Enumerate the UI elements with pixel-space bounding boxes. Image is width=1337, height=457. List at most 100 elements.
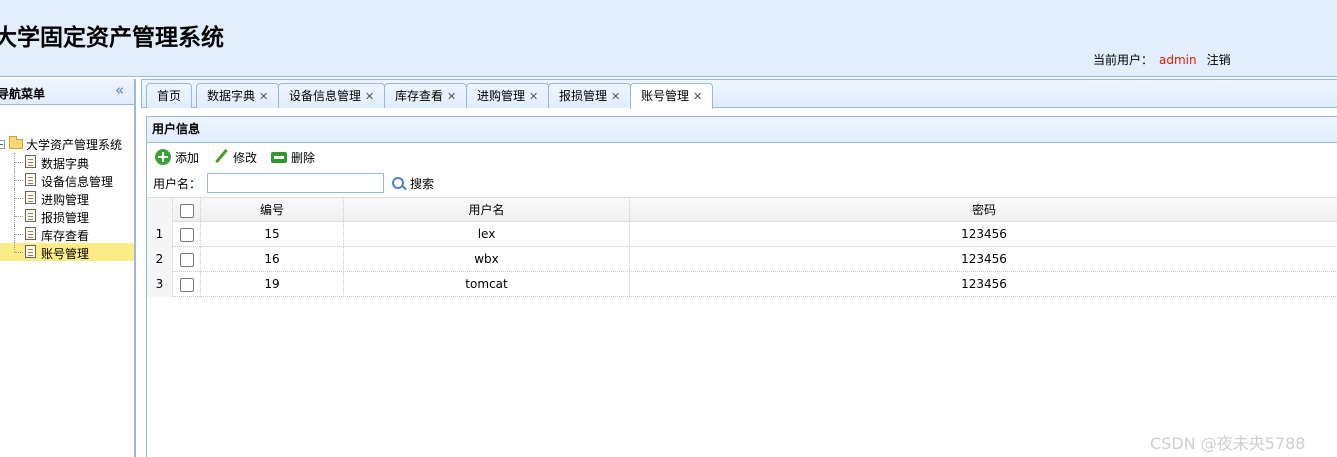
table-row[interactable]: 3 19 tomcat 123456 [147, 272, 1337, 297]
close-icon[interactable]: ✕ [693, 90, 702, 103]
document-icon [25, 227, 36, 240]
collapse-node-icon[interactable]: − [0, 139, 5, 149]
sidebar-item-label: 库存查看 [41, 229, 90, 243]
row-number: 3 [147, 272, 173, 297]
watermark: CSDN @夜未央5788 [1150, 434, 1306, 453]
search-bar: 用户名： 搜索 [153, 173, 434, 193]
close-icon[interactable]: ✕ [529, 90, 538, 103]
sidebar-item-inventory[interactable]: 库存查看 [0, 225, 134, 243]
sidebar-item-damage[interactable]: 报损管理 [0, 207, 134, 225]
sidebar-item-label: 账号管理 [41, 247, 90, 261]
row-number: 2 [147, 247, 173, 272]
tab-purchase[interactable]: 进购管理 ✕ [466, 83, 550, 108]
user-bar: 当前用户： admin 注销 [1093, 51, 1231, 68]
edit-label: 修改 [233, 150, 258, 165]
close-icon[interactable]: ✕ [259, 90, 268, 103]
tab-label: 设备信息管理 [289, 89, 362, 103]
cell-password: 123456 [961, 277, 1007, 291]
delete-button[interactable]: 删除 [271, 149, 315, 166]
current-username: admin [1159, 53, 1197, 67]
remove-icon [271, 152, 288, 163]
cell-username: tomcat [344, 272, 630, 297]
tab-bar: 首页 数据字典 ✕ 设备信息管理 ✕ 库存查看 ✕ 进购管理 ✕ 报损管理 ✕ 账号管理 ✕ [141, 79, 1337, 109]
close-icon[interactable]: ✕ [447, 90, 456, 103]
tab-label: 报损管理 [559, 89, 608, 103]
logout-link[interactable]: 注销 [1207, 53, 1231, 67]
sidebar-item-label: 进购管理 [41, 193, 90, 207]
search-button-label: 搜索 [410, 176, 435, 191]
app-header: 大学固定资产管理系统 当前用户： admin 注销 [0, 0, 1337, 77]
pencil-icon [213, 149, 229, 165]
panel-title: 用户信息 [147, 117, 1337, 143]
cell-id: 16 [201, 247, 344, 272]
sidebar-item-label: 设备信息管理 [41, 175, 114, 189]
select-all-checkbox[interactable] [179, 203, 194, 218]
column-header-id[interactable]: 编号 [201, 198, 344, 223]
app-title: 大学固定资产管理系统 [0, 25, 224, 51]
cell-password: 123456 [961, 252, 1007, 266]
table-row[interactable]: 1 15 lex 123456 [147, 222, 1337, 247]
tab-label: 首页 [157, 89, 182, 103]
row-number: 1 [147, 222, 173, 247]
user-table: 编号 用户名 密码 1 15 lex 123456 2 16 wbx 12345… [147, 197, 1337, 297]
add-label: 添加 [175, 150, 200, 165]
search-label: 用户名： [153, 176, 202, 191]
sidebar-item-dictionary[interactable]: 数据字典 [0, 153, 134, 171]
column-header-username[interactable]: 用户名 [344, 198, 630, 223]
tab-damage[interactable]: 报损管理 ✕ [548, 83, 632, 108]
document-icon [25, 209, 36, 222]
toolbar: 添加 修改 删除 [155, 148, 329, 166]
row-checkbox[interactable] [179, 227, 194, 242]
cell-username: wbx [344, 247, 630, 272]
sidebar-item-label: 报损管理 [41, 211, 90, 225]
sidebar-item-equipment[interactable]: 设备信息管理 [0, 171, 134, 189]
tab-equipment[interactable]: 设备信息管理 ✕ [278, 83, 386, 108]
cell-username: lex [344, 222, 630, 247]
row-number-header [147, 198, 173, 223]
sidebar-header: 导航菜单 « [0, 79, 134, 105]
search-icon [392, 177, 405, 189]
cell-password: 123456 [961, 227, 1007, 241]
cell-id: 19 [201, 272, 344, 297]
document-icon [25, 245, 36, 258]
tab-label: 库存查看 [395, 89, 444, 103]
table-header: 编号 用户名 密码 [147, 197, 1337, 223]
document-icon [25, 173, 36, 186]
sidebar-item-label: 数据字典 [41, 157, 90, 171]
tab-home[interactable]: 首页 [146, 83, 193, 108]
content-panel: 用户信息 添加 修改 删除 用户名： 搜索 编号 用户名 密码 1 15 lex… [146, 116, 1337, 457]
tab-label: 进购管理 [477, 89, 526, 103]
tab-label: 账号管理 [641, 89, 690, 103]
row-checkbox-cell [173, 247, 201, 272]
tab-label: 数据字典 [207, 89, 256, 103]
tree-root-label: 大学资产管理系统 [26, 137, 123, 152]
document-icon [25, 155, 36, 168]
add-button[interactable]: 添加 [155, 149, 199, 166]
search-button[interactable]: 搜索 [392, 175, 434, 192]
delete-label: 删除 [291, 150, 316, 165]
tab-dictionary[interactable]: 数据字典 ✕ [196, 83, 280, 108]
tab-inventory[interactable]: 库存查看 ✕ [384, 83, 468, 108]
column-header-password[interactable]: 密码 [630, 198, 1337, 223]
folder-icon [9, 136, 23, 149]
tree-root[interactable]: − 大学资产管理系统 [0, 135, 122, 153]
sidebar: 导航菜单 « − 大学资产管理系统 数据字典 设备信息管理 进购管理 报损管理 … [0, 79, 136, 457]
row-checkbox-cell [173, 272, 201, 297]
sidebar-item-accounts[interactable]: 账号管理 [0, 243, 134, 261]
add-icon [155, 149, 171, 165]
collapse-icon[interactable]: « [115, 82, 124, 98]
select-all-cell [173, 198, 201, 223]
close-icon[interactable]: ✕ [365, 90, 374, 103]
row-checkbox[interactable] [179, 277, 194, 292]
document-icon [25, 191, 36, 204]
sidebar-item-purchase[interactable]: 进购管理 [0, 189, 134, 207]
row-checkbox[interactable] [179, 252, 194, 267]
edit-button[interactable]: 修改 [213, 149, 257, 166]
current-user-label: 当前用户： [1093, 53, 1154, 67]
tab-accounts[interactable]: 账号管理 ✕ [630, 83, 714, 109]
close-icon[interactable]: ✕ [611, 90, 620, 103]
cell-id: 15 [201, 222, 344, 247]
table-row[interactable]: 2 16 wbx 123456 [147, 247, 1337, 272]
username-search-input[interactable] [207, 173, 385, 193]
row-checkbox-cell [173, 222, 201, 247]
